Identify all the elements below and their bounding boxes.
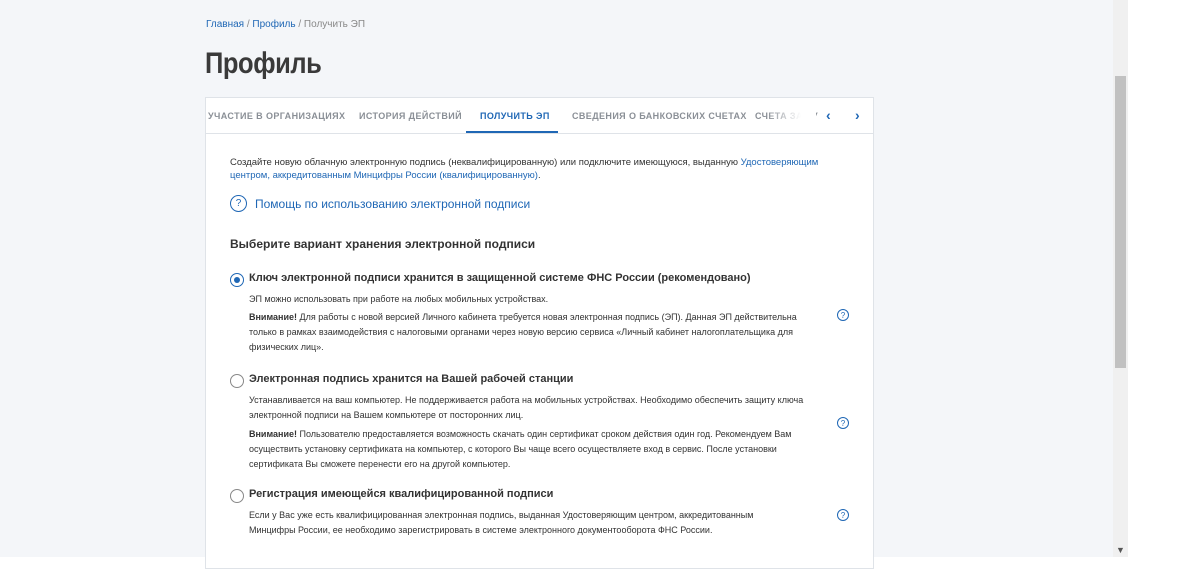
breadcrumb-home-link[interactable]: Главная [206,19,244,30]
breadcrumb-current: Получить ЭП [303,19,366,30]
breadcrumb: Главная / Профиль / Получить ЭП [206,19,365,30]
tab-active-underline [466,131,558,133]
help-icon[interactable]: ? [837,509,849,521]
option-description: Устанавливается на ваш компьютер. Не под… [249,395,804,420]
option-description: ЭП можно использовать при работе на любы… [249,294,549,304]
radio-workstation-storage[interactable] [230,374,244,388]
breadcrumb-profile-link[interactable]: Профиль [252,19,295,30]
tab-bar: Участие в организациях История действий … [206,98,873,134]
help-link[interactable]: ? Помощь по использованию электронной по… [230,195,530,212]
option-warning: Внимание! Пользователю предоставляется в… [249,427,824,472]
radio-register-qualified[interactable] [230,489,244,503]
intro-main: Создайте новую облачную электронную подп… [230,157,741,168]
profile-card: Участие в организациях История действий … [205,97,874,569]
help-icon: ? [230,195,247,212]
tab-prev-arrow-icon[interactable]: ‹ [826,107,831,123]
tab-fade [766,98,816,132]
warning-label: Внимание! [249,312,297,322]
section-title: Выберите вариант хранения электронной по… [230,237,536,251]
option-title: Регистрация имеющейся квалифицированной … [249,488,554,500]
radio-fns-storage[interactable] [230,273,244,287]
tab-bank-accounts[interactable]: Сведения о банковских счетах [572,111,747,121]
intro-text: Создайте новую облачную электронную подп… [230,156,830,182]
tab-get-signature[interactable]: Получить ЭП [480,111,550,121]
option-title: Электронная подпись хранится на Вашей ра… [249,373,574,385]
help-link-label: Помощь по использованию электронной подп… [255,196,531,211]
breadcrumb-separator: / [295,19,304,30]
page-title: Профиль [205,47,322,80]
help-icon[interactable]: ? [837,309,849,321]
option-title: Ключ электронной подписи хранится в защи… [249,272,751,284]
intro-end: . [537,170,541,181]
warning-text: Для работы с новой версией Личного кабин… [249,312,797,352]
warning-label: Внимание! [249,429,297,439]
tab-next-arrow-icon[interactable]: › [855,107,860,123]
help-icon[interactable]: ? [837,417,849,429]
tab-action-history[interactable]: История действий [359,111,462,121]
warning-text: Пользователю предоставляется возможность… [249,429,792,469]
option-warning: Внимание! Для работы с новой версией Лич… [249,310,824,355]
option-description: Если у Вас уже есть квалифицированная эл… [249,510,754,535]
scrollbar-thumb[interactable] [1115,76,1126,368]
scroll-down-arrow-icon[interactable]: ▼ [1116,545,1125,555]
tab-organizations[interactable]: Участие в организациях [208,111,345,121]
